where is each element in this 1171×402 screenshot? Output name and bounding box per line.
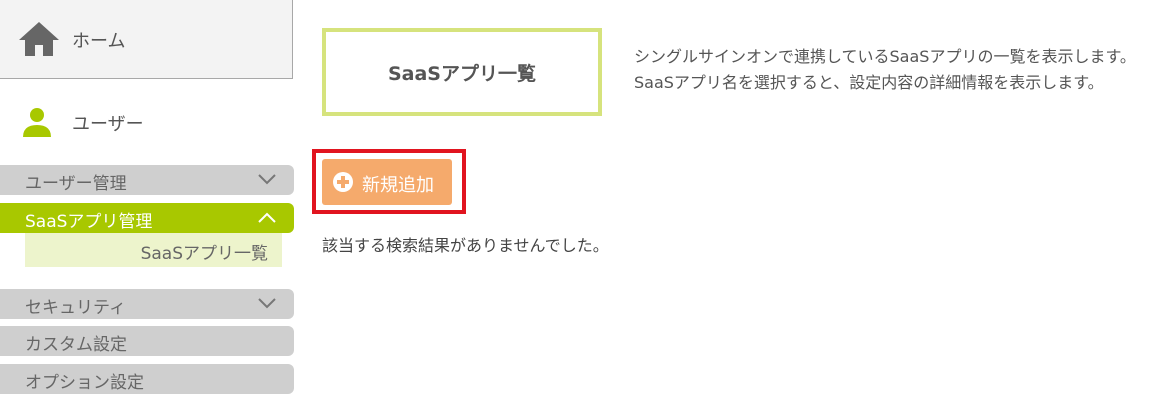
sidebar-item-label: SaaSアプリ管理 — [25, 212, 153, 232]
description-line-2: SaaSアプリ名を選択すると、設定内容の詳細情報を表示します。 — [634, 73, 1104, 92]
sidebar-item-label: ユーザー管理 — [25, 174, 127, 194]
page-title-box: SaaSアプリ一覧 — [322, 28, 602, 116]
sidebar-item-user-management[interactable]: ユーザー管理 — [0, 165, 294, 195]
sidebar-item-label: オプション設定 — [25, 373, 144, 393]
sidebar-subitem-label: SaaSアプリ一覧 — [140, 244, 268, 264]
chevron-down-icon — [258, 298, 276, 309]
sidebar-item-security[interactable]: セキュリティ — [0, 289, 294, 319]
sidebar-item-option-settings[interactable]: オプション設定 — [0, 364, 294, 394]
sidebar-section-user-label: ユーザー — [72, 114, 144, 135]
home-icon — [19, 22, 59, 56]
empty-result-message: 該当する検索結果がありませんでした。 — [322, 236, 609, 255]
plus-circle-icon — [333, 172, 353, 192]
sidebar-item-saas-app-management[interactable]: SaaSアプリ管理 — [0, 203, 294, 233]
add-new-button-label: 新規追加 — [362, 175, 434, 196]
sidebar-subitem-saas-app-list[interactable]: SaaSアプリ一覧 — [25, 233, 282, 267]
user-icon — [23, 108, 51, 137]
sidebar-item-home[interactable]: ホーム — [0, 0, 293, 79]
sidebar-item-label: セキュリティ — [25, 298, 126, 318]
page-description: シングルサインオンで連携しているSaaSアプリの一覧を表示します。 SaaSアプ… — [634, 44, 1136, 96]
sidebar-item-custom-settings[interactable]: カスタム設定 — [0, 326, 294, 356]
add-new-button[interactable]: 新規追加 — [322, 159, 452, 205]
sidebar-section-user: ユーザー — [0, 100, 293, 144]
sidebar-item-home-label: ホーム — [72, 31, 126, 52]
description-line-1: シングルサインオンで連携しているSaaSアプリの一覧を表示します。 — [634, 47, 1136, 66]
sidebar-item-label: カスタム設定 — [25, 335, 127, 355]
chevron-up-icon — [258, 212, 276, 223]
page-title: SaaSアプリ一覧 — [387, 62, 536, 85]
chevron-down-icon — [258, 174, 276, 185]
